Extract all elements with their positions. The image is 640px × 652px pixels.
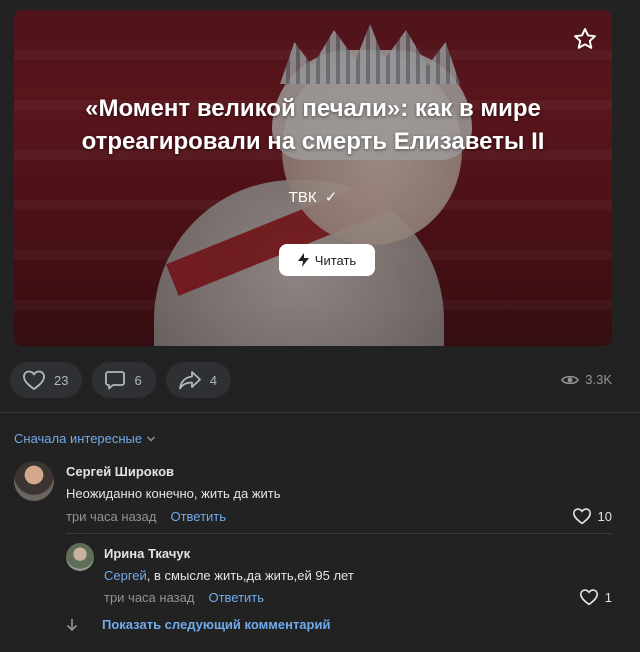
verified-check-icon: ✓ <box>324 189 338 206</box>
reply-like-button[interactable]: 1 <box>579 588 612 606</box>
post-actions: 23 6 4 <box>10 362 231 398</box>
bookmark-star-icon[interactable] <box>572 26 598 52</box>
comment-count: 6 <box>134 372 142 388</box>
avatar[interactable] <box>66 543 94 571</box>
share-arrow-icon <box>178 371 201 390</box>
comment-like-button[interactable]: 10 <box>572 507 612 525</box>
article-title[interactable]: «Момент великой печали»: как в мире отре… <box>34 92 592 158</box>
comment-meta: три часа назад Ответить <box>66 509 226 524</box>
article-card[interactable]: «Момент великой печали»: как в мире отре… <box>14 10 612 346</box>
sort-dropdown[interactable]: Сначала интересные <box>14 431 156 446</box>
reply-button[interactable]: Ответить <box>208 590 264 605</box>
read-button[interactable]: Читать <box>279 244 375 276</box>
arrow-down-icon <box>66 618 78 631</box>
heart-icon <box>579 589 598 606</box>
lightning-icon <box>297 253 309 267</box>
views-counter: 3.3K <box>561 372 612 387</box>
avatar[interactable] <box>14 461 54 501</box>
reply-button[interactable]: Ответить <box>170 509 226 524</box>
divider <box>66 533 612 534</box>
like-count: 23 <box>54 372 69 388</box>
show-next-comment-button[interactable]: Показать следующий комментарий <box>66 617 330 632</box>
reply-time[interactable]: три часа назад <box>104 590 194 605</box>
sort-label: Сначала интересные <box>14 431 143 446</box>
reply-like-count: 1 <box>604 589 612 605</box>
article-source[interactable]: ТВК ✓ <box>14 188 612 206</box>
reply-author[interactable]: Ирина Ткачук <box>104 546 190 561</box>
heart-icon <box>23 370 45 391</box>
mention-link[interactable]: Сергей <box>104 568 147 583</box>
comment-like-count: 10 <box>597 508 612 524</box>
comment-icon <box>105 371 126 390</box>
comment-time[interactable]: три часа назад <box>66 509 156 524</box>
chevron-down-icon <box>147 436 156 441</box>
comment-text: Неожиданно конечно, жить да жить <box>66 486 281 501</box>
heart-icon <box>572 508 591 525</box>
eye-icon <box>561 375 580 384</box>
like-button[interactable]: 23 <box>10 362 83 398</box>
comment-button[interactable]: 6 <box>92 362 156 398</box>
show-next-label: Показать следующий комментарий <box>102 617 331 632</box>
comment-author[interactable]: Сергей Широков <box>66 464 174 479</box>
source-name: ТВК <box>288 189 317 206</box>
share-count: 4 <box>209 372 217 388</box>
views-count: 3.3K <box>585 372 612 387</box>
share-button[interactable]: 4 <box>165 362 231 398</box>
read-label: Читать <box>314 252 357 268</box>
reply-meta: три часа назад Ответить <box>104 590 264 605</box>
divider <box>0 412 640 413</box>
reply-text: Сергей, в смысле жить,да жить,ей 95 лет <box>104 568 354 583</box>
